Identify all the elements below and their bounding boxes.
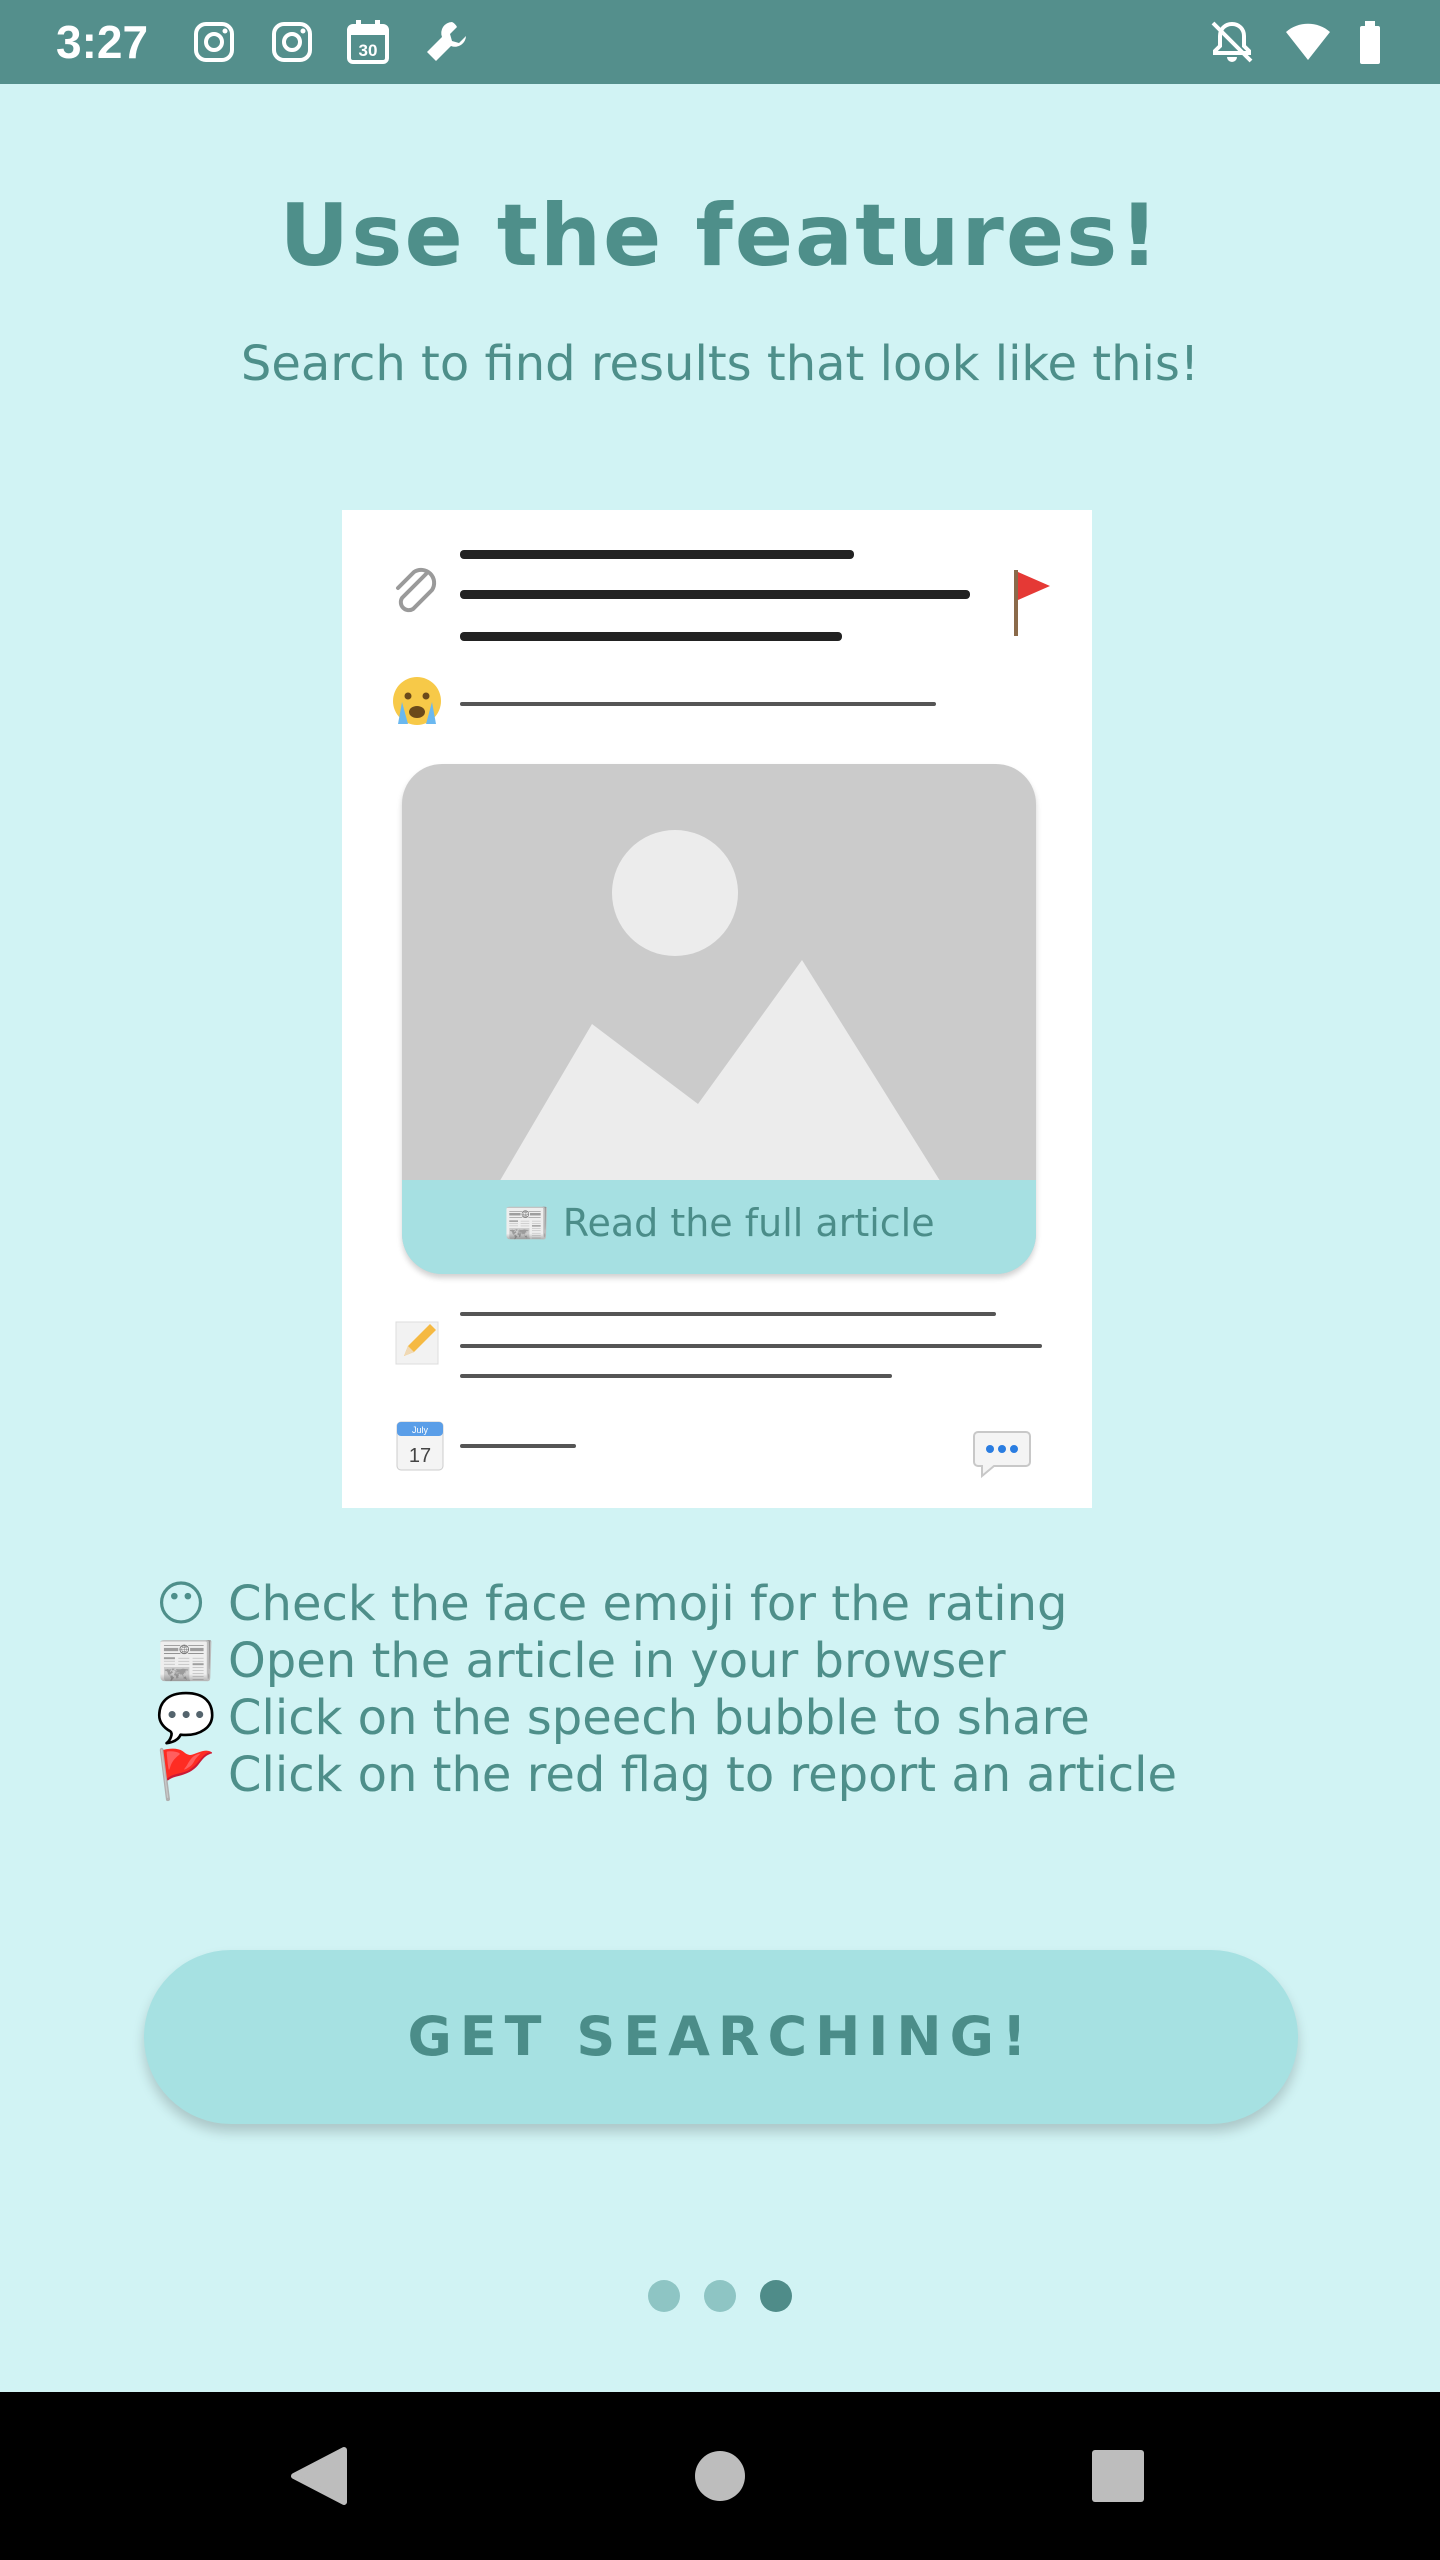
page-indicator-dot-active[interactable] xyxy=(760,2280,792,2312)
newspaper-icon: 📰 xyxy=(503,1201,563,1245)
feature-text: Open the article in your browser xyxy=(228,1633,1006,1689)
page-subtitle: Search to find results that look like th… xyxy=(240,336,1200,392)
read-article-bar: 📰 Read the full article xyxy=(402,1180,1036,1274)
paperclip-icon xyxy=(390,564,440,627)
feature-text: Click on the red flag to report an artic… xyxy=(228,1747,1177,1803)
red-flag-icon: 🚩 xyxy=(156,1747,216,1803)
feature-item: 😶 Check the face emoji for the rating xyxy=(156,1576,1316,1633)
home-button[interactable] xyxy=(636,2392,804,2560)
wrench-icon xyxy=(422,18,470,66)
status-time: 3:27 xyxy=(56,16,149,68)
instagram-icon xyxy=(190,18,238,66)
crying-face-icon xyxy=(390,674,444,735)
feature-item: 📰 Open the article in your browser xyxy=(156,1633,1316,1690)
recents-button[interactable] xyxy=(1034,2392,1202,2560)
summary-line xyxy=(460,1344,1042,1348)
pencil-icon xyxy=(394,1316,444,1373)
home-icon xyxy=(695,2451,745,2501)
summary-line xyxy=(460,1374,892,1378)
calendar-day-text: 30 xyxy=(359,41,378,60)
page-indicator-dot[interactable] xyxy=(648,2280,680,2312)
red-flag-icon xyxy=(1010,566,1054,645)
calendar-icon: 30 xyxy=(344,18,392,66)
recents-icon xyxy=(1092,2450,1144,2502)
back-button[interactable] xyxy=(234,2392,402,2560)
page-indicator-dot[interactable] xyxy=(704,2280,736,2312)
newspaper-icon: 📰 xyxy=(156,1633,216,1689)
calendar-day-text: 17 xyxy=(409,1445,431,1467)
title-line xyxy=(460,632,842,641)
calendar-month-text: July xyxy=(412,1425,429,1435)
battery-icon xyxy=(1346,18,1394,66)
calendar-icon: July 17 xyxy=(396,1420,444,1479)
wifi-icon xyxy=(1284,18,1332,66)
rating-line xyxy=(460,702,936,706)
feature-list: 😶 Check the face emoji for the rating 📰 Op… xyxy=(156,1576,1316,1804)
example-result-illustration: 📰 Read the full article July 17 xyxy=(342,510,1092,1508)
feature-item: 💬 Click on the speech bubble to share xyxy=(156,1690,1316,1747)
get-searching-button[interactable]: GET SEARCHING! xyxy=(144,1950,1298,2124)
back-icon xyxy=(291,2447,347,2505)
image-placeholder: 📰 Read the full article xyxy=(402,764,1036,1274)
status-bar: 3:27 30 xyxy=(0,0,1440,84)
instagram-icon xyxy=(268,18,316,66)
read-article-label: Read the full article xyxy=(562,1201,935,1245)
summary-line xyxy=(460,1312,996,1316)
date-line xyxy=(460,1444,576,1448)
feature-item: 🚩 Click on the red flag to report an arti… xyxy=(156,1747,1316,1804)
neutral-face-icon: 😶 xyxy=(156,1576,207,1632)
feature-text: Check the face emoji for the rating xyxy=(228,1576,1068,1632)
notifications-off-icon xyxy=(1208,18,1256,66)
speech-bubble-icon: 💬 xyxy=(156,1690,216,1746)
title-line xyxy=(460,550,854,559)
navigation-bar xyxy=(0,2392,1440,2560)
title-line xyxy=(460,590,970,599)
speech-bubble-icon xyxy=(972,1428,1032,1487)
feature-text: Click on the speech bubble to share xyxy=(228,1690,1090,1746)
page-title: Use the features! xyxy=(279,186,1161,286)
